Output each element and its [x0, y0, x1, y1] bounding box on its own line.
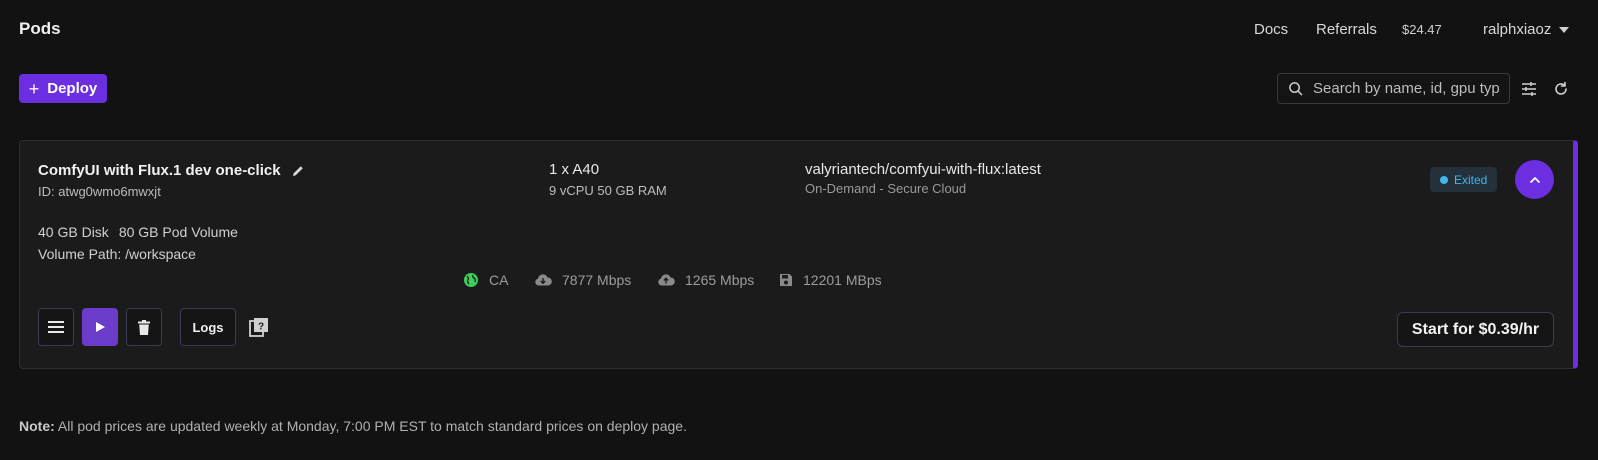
nav-referrals-link[interactable]: Referrals — [1316, 21, 1377, 38]
pod-name: ComfyUI with Flux.1 dev one-click — [38, 162, 305, 179]
top-bar: Pods Docs Referrals $24.47 ralphxiaoz — [0, 0, 1598, 60]
start-pod-button[interactable] — [82, 308, 118, 346]
status-text: Exited — [1454, 172, 1488, 187]
cloud-upload-icon — [658, 274, 675, 286]
help-docs-icon[interactable]: ? — [249, 317, 269, 337]
refresh-icon[interactable] — [1552, 80, 1570, 98]
pod-cpu-ram: 9 vCPU 50 GB RAM — [549, 183, 667, 198]
search-icon — [1289, 82, 1303, 96]
pod-menu-button[interactable] — [38, 308, 74, 346]
caret-down-icon — [1559, 26, 1570, 33]
pod-id: ID: atwg0wmo6mwxjt — [38, 184, 161, 199]
play-icon — [96, 322, 105, 332]
username: ralphxiaoz — [1483, 21, 1552, 38]
volume-path: Volume Path: /workspace — [38, 246, 196, 262]
trash-icon — [138, 319, 150, 335]
hamburger-menu-icon — [48, 321, 64, 333]
download-speed: 7877 Mbps — [562, 272, 632, 288]
user-menu[interactable]: ralphxiaoz — [1483, 21, 1570, 38]
pod-card: ComfyUI with Flux.1 dev one-click ID: at… — [19, 140, 1578, 369]
svg-text:?: ? — [258, 322, 264, 333]
filter-settings-icon[interactable] — [1520, 80, 1538, 98]
logs-button[interactable]: Logs — [180, 308, 236, 346]
region-text: CA — [489, 272, 509, 288]
cloud-download-icon — [535, 274, 552, 286]
search-input[interactable] — [1311, 79, 1501, 98]
pod-storage: 40 GB Disk 80 GB Pod Volume — [38, 224, 248, 240]
pricing-note: Note: All pod prices are updated weekly … — [19, 418, 687, 434]
globe-icon — [464, 273, 478, 287]
plus-icon: + — [28, 78, 40, 99]
delete-pod-button[interactable] — [126, 308, 162, 346]
save-disk-icon — [780, 274, 792, 286]
note-label: Note: — [19, 418, 55, 434]
deploy-button[interactable]: + Deploy — [19, 74, 107, 103]
stat-download: 7877 Mbps — [534, 272, 631, 288]
container-disk: 40 GB Disk — [38, 224, 109, 240]
status-dot-icon — [1440, 175, 1448, 184]
pod-image: valyriantech/comfyui-with-flux:latest — [805, 161, 1041, 178]
disk-speed: 12201 MBps — [803, 272, 882, 288]
pod-volume: 80 GB Pod Volume — [118, 224, 238, 240]
deploy-label: Deploy — [47, 80, 98, 97]
status-badge: Exited — [1430, 167, 1498, 192]
page-title: Pods — [19, 19, 61, 38]
note-text: All pod prices are updated weekly at Mon… — [54, 418, 687, 434]
pod-cloud-type: On-Demand - Secure Cloud — [805, 181, 967, 196]
pod-gpu: 1 x A40 — [549, 161, 600, 178]
start-for-price-button[interactable]: Start for $0.39/hr — [1397, 312, 1554, 347]
stat-region: CA — [463, 272, 508, 288]
collapse-button[interactable] — [1515, 160, 1554, 199]
pod-name-text: ComfyUI with Flux.1 dev one-click — [38, 162, 281, 179]
upload-speed: 1265 Mbps — [685, 272, 755, 288]
chevron-up-icon — [1529, 176, 1540, 183]
stat-upload: 1265 Mbps — [657, 272, 754, 288]
nav-docs-link[interactable]: Docs — [1254, 21, 1288, 38]
search-box[interactable] — [1277, 73, 1510, 104]
stat-disk-speed: 12201 MBps — [779, 272, 882, 288]
account-balance: $24.47 — [1402, 22, 1442, 37]
pencil-icon[interactable] — [291, 164, 305, 178]
